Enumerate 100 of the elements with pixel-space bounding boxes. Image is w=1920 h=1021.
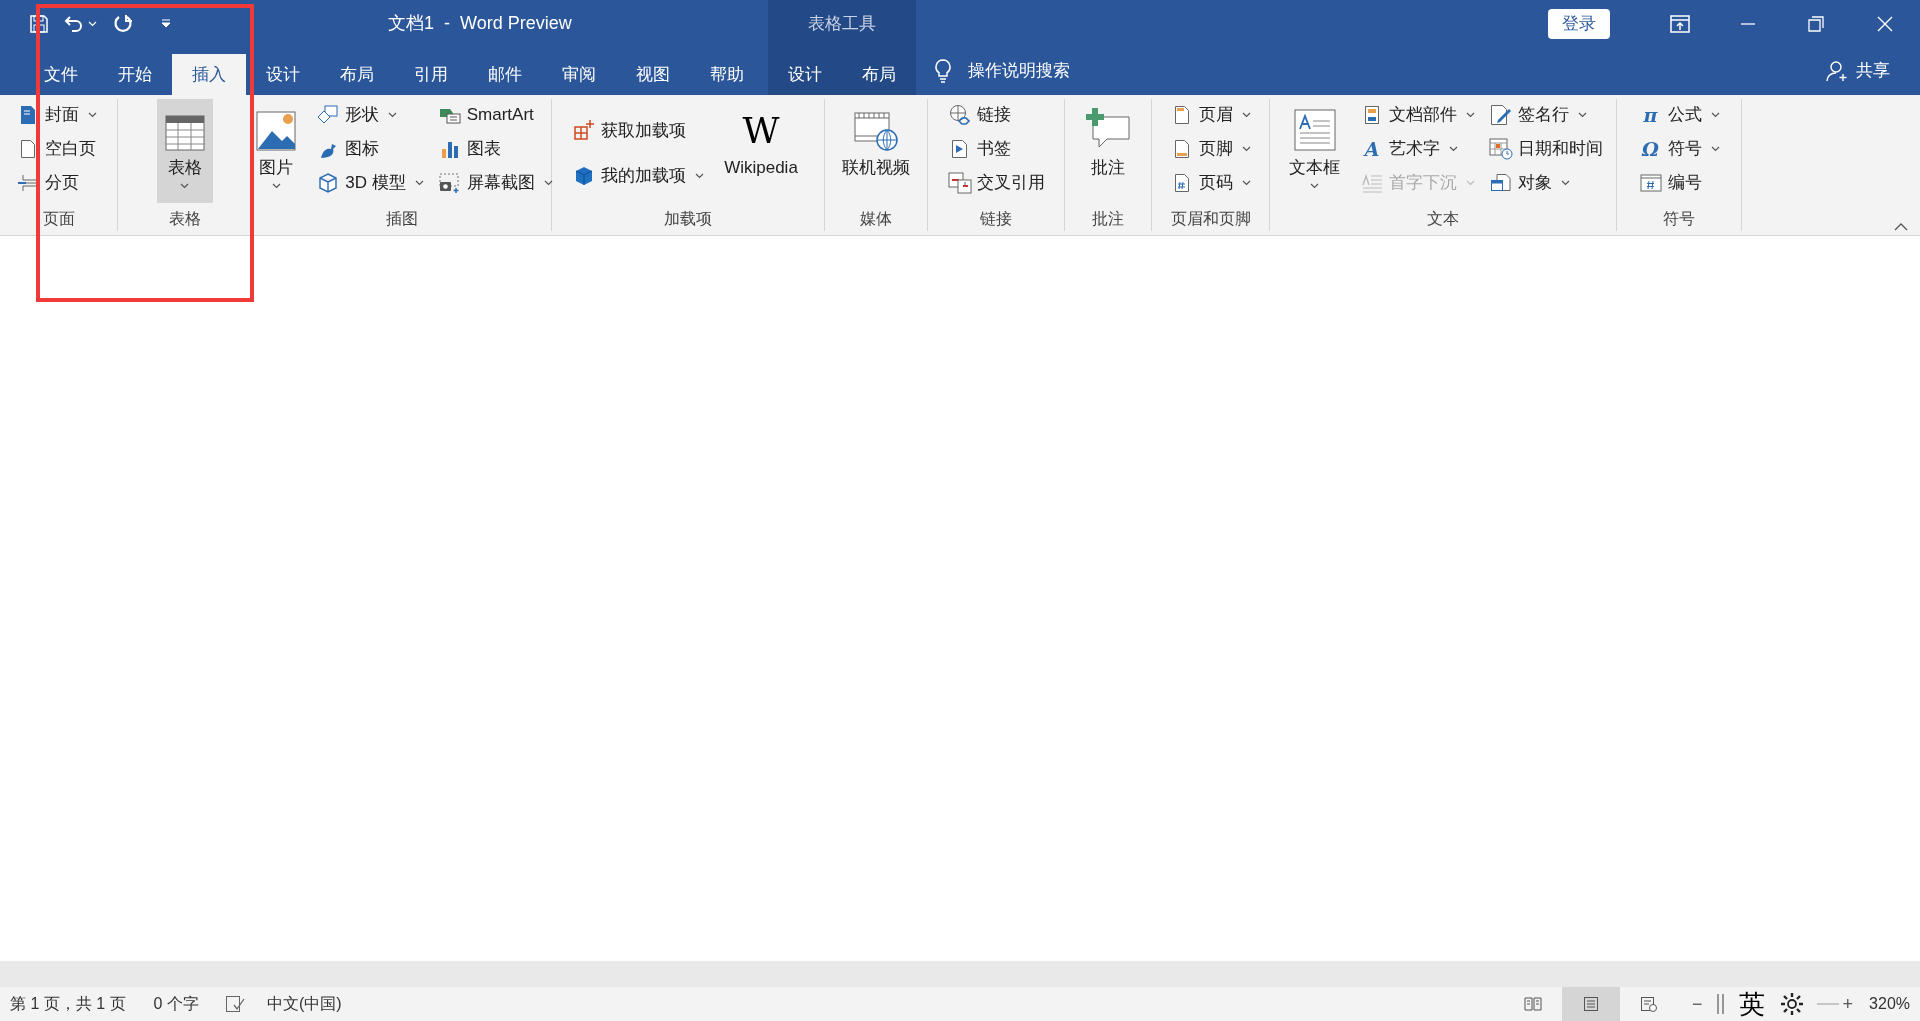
page-count: 第 1 页，共 1 页 [10, 994, 126, 1014]
document-parts-icon [1364, 105, 1380, 125]
ribbon-button[interactable]: 日期和时间 [1487, 135, 1605, 163]
ribbon-button[interactable]: 图表 [435, 135, 555, 163]
wikipedia-logo-icon: W [742, 111, 780, 151]
ribbon-button[interactable]: 链接 [945, 101, 1047, 129]
ribbon-button[interactable]: 空白页 [14, 135, 99, 163]
caret-icon [1449, 146, 1458, 152]
ribbon-button[interactable]: 图片 [248, 99, 305, 203]
ribbon-button[interactable]: 文档部件 [1358, 101, 1477, 129]
ribbon-tab[interactable]: 开始 [98, 54, 172, 95]
caret-icon [1466, 180, 1475, 186]
ribbon-tab[interactable]: 邮件 [468, 54, 542, 95]
ribbon-button[interactable]: 封面 [14, 101, 99, 129]
tell-me-search[interactable]: 操作说明搜索 [968, 58, 1070, 84]
ribbon-button[interactable]: 页码 [1168, 169, 1253, 197]
number-field-icon [1639, 174, 1662, 192]
ribbon-button[interactable]: 对象 [1487, 169, 1605, 197]
ribbon-button[interactable]: Ω 符号 [1636, 135, 1722, 163]
context-tab-label: 表格工具 [808, 12, 876, 35]
ime-indicator[interactable]: 英 [1738, 984, 1765, 1021]
ribbon-tab[interactable]: 视图 [616, 54, 690, 95]
cube-icon [318, 173, 339, 193]
ribbon-tab[interactable]: 布局 [842, 54, 916, 95]
zoom-level[interactable]: 320% [1869, 992, 1910, 1016]
ribbon-button[interactable]: 获取加载项 [570, 116, 707, 145]
proofing-icon [224, 995, 245, 1013]
ribbon-button[interactable]: 屏幕截图 [435, 169, 555, 197]
camera-icon [438, 173, 461, 193]
ribbon-button[interactable]: 签名行 [1487, 101, 1605, 129]
customize-caret-icon[interactable] [161, 18, 171, 29]
ribbon-tab[interactable]: 审阅 [542, 54, 616, 95]
zoom-out-button[interactable]: − [1692, 990, 1703, 1018]
print-layout-icon [1583, 996, 1600, 1012]
undo-icon[interactable] [64, 14, 84, 33]
caret-icon [1242, 146, 1251, 152]
save-icon[interactable] [30, 14, 48, 33]
ribbon-button[interactable]: 页眉 [1168, 101, 1253, 129]
ribbon-button[interactable]: SmartArt [435, 101, 555, 129]
page-number-icon [1174, 173, 1190, 193]
view-button[interactable] [1562, 987, 1621, 1021]
ribbon-button[interactable]: 书签 [945, 135, 1047, 163]
smartart-icon [438, 106, 461, 124]
ribbon-tab[interactable]: 插入 [172, 54, 246, 95]
ribbon-tab[interactable]: 帮助 [690, 54, 764, 95]
group-label: 页面 [42, 209, 75, 229]
close-icon[interactable] [1877, 15, 1893, 32]
zoom-slider-thumb-icon[interactable] [1716, 993, 1725, 1015]
redo-icon[interactable] [113, 13, 133, 34]
ribbon-button[interactable]: 联机视频 [834, 99, 918, 203]
ribbon-button[interactable]: 我的加载项 [570, 161, 707, 190]
collapse-ribbon-icon[interactable] [1894, 223, 1908, 231]
zoom-in-button[interactable]: + [1842, 990, 1854, 1018]
drop-cap-icon [1361, 173, 1383, 193]
ribbon-tab[interactable]: 文件 [24, 54, 98, 95]
ribbon-tab[interactable]: 引用 [394, 54, 468, 95]
ribbon-button[interactable]: 分页 [14, 169, 99, 197]
group-label: 符号 [1663, 209, 1695, 229]
ribbon-button[interactable]: π 公式 [1636, 101, 1722, 129]
ribbon-button[interactable]: 形状 [314, 101, 426, 129]
table-icon [164, 115, 205, 151]
group-label: 表格 [168, 209, 201, 229]
ribbon-button[interactable]: W Wikipedia [716, 99, 806, 203]
symbol-icon: π [1639, 105, 1662, 125]
ribbon-button[interactable]: 3D 模型 [314, 169, 426, 197]
ribbon-button[interactable]: 文本框 [1281, 99, 1348, 203]
video-globe-icon [854, 111, 898, 151]
caret-icon [271, 182, 281, 189]
caret-icon [543, 180, 553, 186]
ribbon-button[interactable]: 交叉引用 [945, 169, 1047, 197]
zoom-track-icon [1816, 1002, 1839, 1006]
ribbon-button[interactable]: A 艺术字 [1358, 135, 1477, 163]
ribbon-tab[interactable]: 布局 [320, 54, 394, 95]
ribbon-button[interactable]: 图标 [314, 135, 426, 163]
page-icon [20, 105, 36, 125]
ribbon-button[interactable]: 编号 [1636, 169, 1722, 197]
ribbon-button[interactable]: 表格 [156, 99, 213, 203]
restore-icon[interactable] [1808, 15, 1824, 32]
share-button[interactable]: 共享 [1826, 58, 1890, 84]
globe-link-icon [948, 104, 971, 126]
gear-icon[interactable] [1778, 991, 1805, 1017]
language-status[interactable]: 中文(中国) [266, 992, 342, 1016]
ribbon-button[interactable]: 批注 [1077, 99, 1139, 203]
sign-in-button[interactable]: 登录 [1548, 8, 1610, 39]
footer-page-icon [1174, 139, 1190, 159]
ribbon-button[interactable]: 页脚 [1168, 135, 1253, 163]
page-break-icon [17, 174, 39, 192]
ribbon-tab[interactable]: 设计 [768, 54, 842, 95]
person-plus-icon [1826, 60, 1848, 82]
caret-icon [88, 20, 97, 27]
ribbon-display-icon[interactable] [1670, 14, 1690, 33]
caret-icon [1242, 180, 1251, 186]
ribbon-tab[interactable]: 设计 [246, 54, 320, 95]
group-label: 加载项 [664, 209, 712, 229]
group-label: 插图 [385, 209, 418, 229]
caret-icon [1578, 112, 1587, 118]
caret-icon [1561, 180, 1570, 186]
header-page-icon [1174, 105, 1190, 125]
bar-chart-icon [440, 140, 459, 158]
signature-pen-icon [1490, 104, 1512, 126]
